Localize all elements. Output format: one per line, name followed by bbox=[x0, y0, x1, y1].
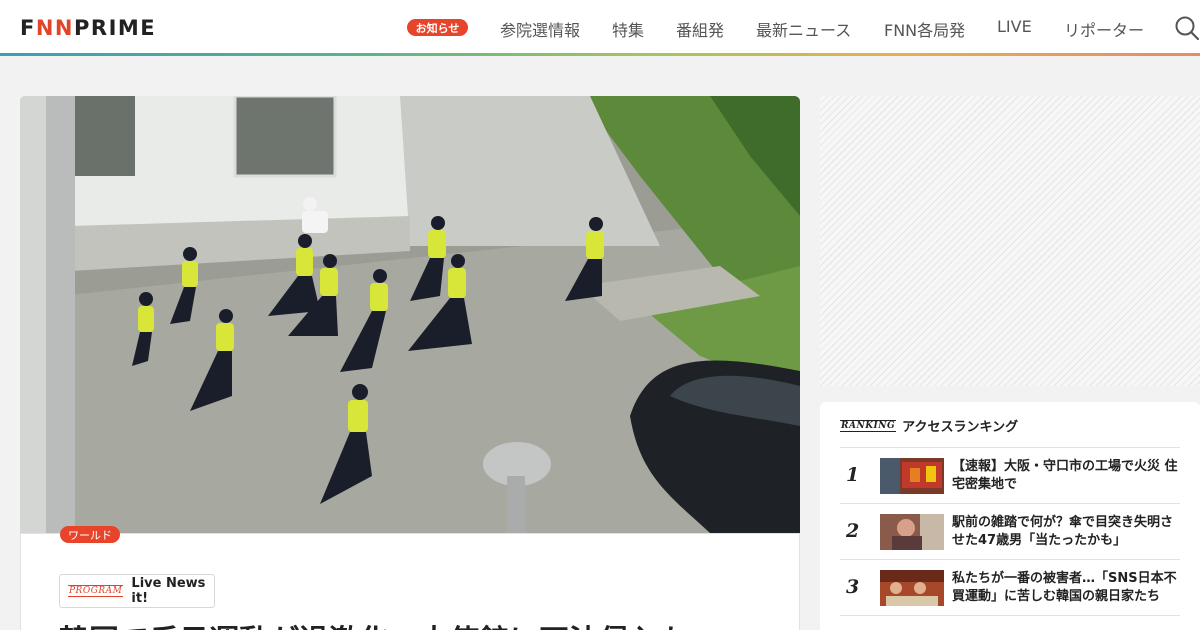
logo-prime: PRIME bbox=[74, 16, 157, 40]
ranking-mark: RANKING bbox=[840, 419, 897, 432]
hero-photo-police-running bbox=[20, 96, 800, 533]
rank-number: 2 bbox=[846, 520, 860, 542]
nav-item-fnn-stations[interactable]: FNN各局発 bbox=[884, 17, 965, 41]
ranking-item[interactable]: 1 【速報】大阪・守口市の工場で火災 住宅密集地で bbox=[840, 448, 1180, 504]
program-tag[interactable]: PROGRAM Live News it! bbox=[59, 574, 215, 608]
program-mark: PROGRAM bbox=[68, 585, 124, 597]
ranking-item-title: 私たちが一番の被害者…「SNS日本不買運動」に苦しむ韓国の親日家たち bbox=[952, 571, 1177, 604]
nav-item-election[interactable]: 参院選情報 bbox=[500, 17, 580, 41]
category-badge[interactable]: ワールド bbox=[60, 526, 120, 543]
nav-item-live[interactable]: LIVE bbox=[997, 17, 1032, 36]
ranking-thumbnail-fire[interactable] bbox=[880, 458, 944, 494]
logo-f: F bbox=[20, 16, 36, 40]
ranking-item[interactable]: 3 私たちが一番の被害者…「SNS日本不買運動」に苦しむ韓国の親日家たち bbox=[840, 560, 1180, 616]
fnn-prime-logo[interactable]: F NN PRIME bbox=[20, 15, 156, 41]
program-name: Live News it! bbox=[131, 576, 206, 606]
nav-item-latest-news[interactable]: 最新ニュース bbox=[756, 17, 851, 41]
hero-image[interactable] bbox=[20, 96, 800, 533]
header-gradient-line bbox=[0, 53, 1200, 56]
logo-nn: NN bbox=[35, 16, 75, 40]
ranking-header: RANKING アクセスランキング bbox=[840, 416, 1018, 435]
ranking-title: アクセスランキング bbox=[902, 420, 1019, 435]
search-icon[interactable] bbox=[1174, 15, 1200, 41]
ranking-thumbnail-restaurant[interactable] bbox=[880, 570, 944, 606]
ranking-thumbnail-man[interactable] bbox=[880, 514, 944, 550]
rank-number: 1 bbox=[846, 464, 860, 486]
article-headline[interactable]: 韓国で反日運動が過激化 大使館に不法侵入も bbox=[59, 616, 779, 630]
nav-item-reporters[interactable]: リポーター bbox=[1064, 17, 1144, 41]
site-header: F NN PRIME お知らせ 参院選情報 特集 番組発 最新ニュース FNN各局… bbox=[0, 0, 1200, 54]
ranking-panel: RANKING アクセスランキング 1 【速報】大阪・守口市の工場で火災 住宅密… bbox=[820, 402, 1200, 630]
nav-item-features[interactable]: 特集 bbox=[612, 17, 644, 41]
rank-number: 3 bbox=[846, 576, 860, 598]
ranking-list: 1 【速報】大阪・守口市の工場で火災 住宅密集地で 2 駅前の雑踏で何が？傘で目… bbox=[840, 447, 1180, 616]
nav-item-programs[interactable]: 番組発 bbox=[676, 17, 724, 41]
notice-badge[interactable]: お知らせ bbox=[407, 19, 468, 36]
ranking-item-title: 駅前の雑踏で何が？傘で目突き失明させた47歳男「当たったかも」 bbox=[952, 515, 1174, 548]
ranking-item[interactable]: 2 駅前の雑踏で何が？傘で目突き失明させた47歳男「当たったかも」 bbox=[840, 504, 1180, 560]
ranking-item-title: 【速報】大阪・守口市の工場で火災 住宅密集地で bbox=[952, 459, 1178, 492]
ad-placeholder bbox=[820, 96, 1200, 386]
